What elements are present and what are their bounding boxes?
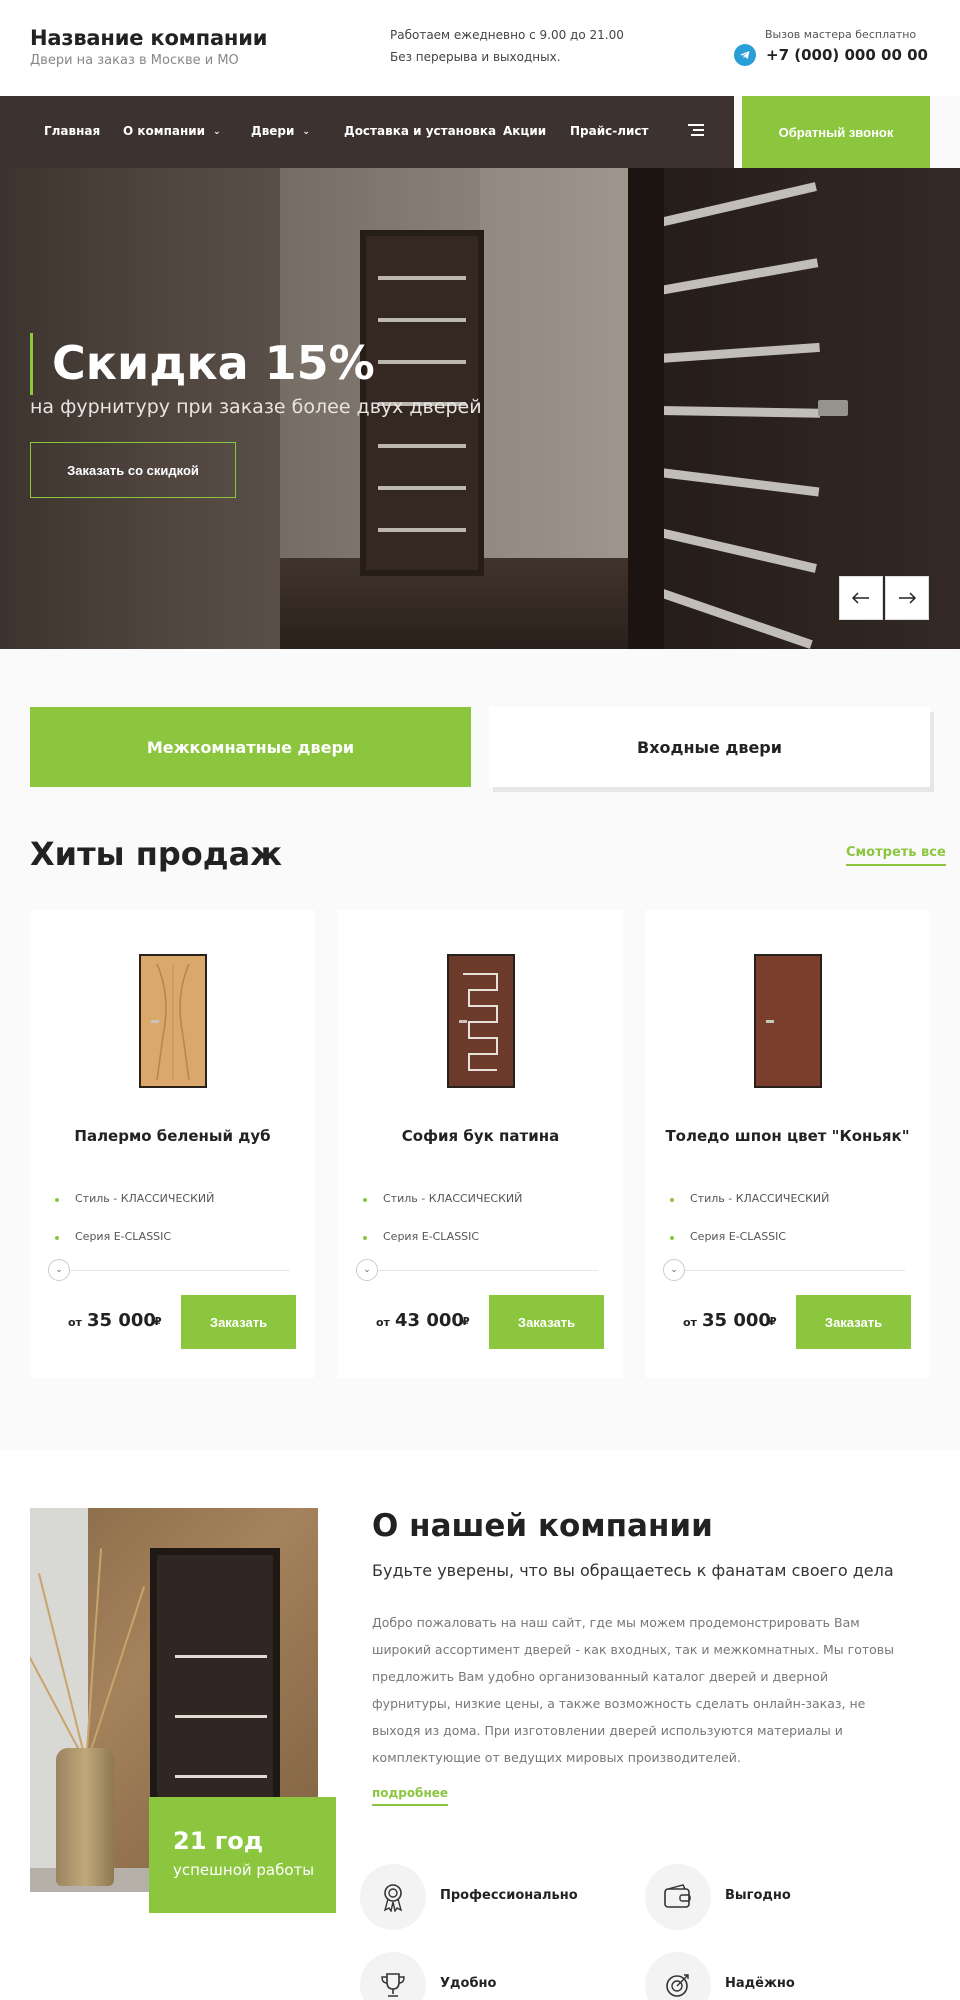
advantage-label: Выгодно bbox=[725, 1888, 791, 1903]
hero-slider: Скидка 15% на фурнитуру при заказе более… bbox=[0, 168, 960, 649]
nav-item-label: Доставка и установка bbox=[344, 124, 497, 138]
chevron-down-icon: ⌄ bbox=[213, 127, 221, 137]
see-all-link[interactable]: Смотреть все bbox=[846, 845, 946, 866]
nav-item-about[interactable]: О компании ⌄ bbox=[123, 124, 221, 138]
product-image bbox=[754, 954, 822, 1088]
price-prefix: от bbox=[683, 1316, 697, 1329]
phone-number[interactable]: +7 (000) 000 00 00 bbox=[766, 46, 928, 64]
product-name[interactable]: София бук патина bbox=[338, 1127, 623, 1145]
nav-item-label: Акции bbox=[503, 124, 547, 138]
menu-icon[interactable] bbox=[688, 124, 704, 138]
chevron-down-icon[interactable]: ⌄ bbox=[356, 1259, 378, 1281]
arrow-left-icon[interactable] bbox=[839, 576, 883, 620]
product-feature: Стиль - КЛАССИЧЕСКИЙ bbox=[362, 1192, 523, 1205]
product-feature: Стиль - КЛАССИЧЕСКИЙ bbox=[54, 1192, 215, 1205]
product-feature: Серия E-CLASSIC bbox=[362, 1230, 480, 1243]
currency: ₽ bbox=[462, 1315, 470, 1328]
callback-button[interactable]: Обратный звонок bbox=[742, 96, 930, 168]
hero-title: Скидка 15% bbox=[52, 336, 375, 390]
currency: ₽ bbox=[769, 1315, 777, 1328]
chevron-down-icon[interactable]: ⌄ bbox=[663, 1259, 685, 1281]
product-image bbox=[447, 954, 515, 1088]
arrow-right-icon[interactable] bbox=[885, 576, 929, 620]
about-title: О нашей компании bbox=[372, 1508, 713, 1544]
category-entrance-doors[interactable]: Входные двери bbox=[489, 707, 930, 787]
about-more-link[interactable]: подробнее bbox=[372, 1786, 449, 1806]
years-badge: 21 год успешной работы bbox=[149, 1797, 336, 1913]
site-header: Название компании Двери на заказ в Москв… bbox=[0, 0, 960, 96]
price-prefix: от bbox=[376, 1316, 390, 1329]
product-price: 35 000 bbox=[702, 1310, 771, 1331]
working-hours-note: Без перерыва и выходных. bbox=[390, 50, 561, 64]
nav-item-home[interactable]: Главная bbox=[44, 124, 100, 138]
section-title-hits: Хиты продаж bbox=[30, 835, 282, 873]
nav-item-delivery[interactable]: Доставка и установка bbox=[344, 124, 496, 138]
order-button[interactable]: Заказать bbox=[796, 1295, 911, 1349]
years-number: 21 год bbox=[173, 1827, 264, 1855]
nav-item-pricelist[interactable]: Прайс-лист bbox=[570, 124, 649, 138]
product-feature: Серия E-CLASSIC bbox=[54, 1230, 172, 1243]
order-button[interactable]: Заказать bbox=[181, 1295, 296, 1349]
nav-item-label: Главная bbox=[44, 124, 101, 138]
chevron-down-icon[interactable]: ⌄ bbox=[48, 1259, 70, 1281]
nav-item-label: О компании bbox=[123, 124, 206, 138]
advantage-label: Надёжно bbox=[725, 1976, 795, 1991]
product-feature: Стиль - КЛАССИЧЕСКИЙ bbox=[669, 1192, 830, 1205]
price-prefix: от bbox=[68, 1316, 82, 1329]
hero-subtitle: на фурнитуру при заказе более двух двере… bbox=[30, 396, 482, 418]
nav-item-label: Прайс-лист bbox=[570, 124, 649, 138]
award-icon bbox=[360, 1864, 426, 1930]
nav-item-promo[interactable]: Акции bbox=[503, 124, 546, 138]
years-text: успешной работы bbox=[173, 1861, 315, 1879]
nav-item-doors[interactable]: Двери ⌄ bbox=[251, 124, 310, 138]
product-image bbox=[139, 954, 207, 1088]
telegram-icon[interactable] bbox=[734, 44, 756, 66]
working-hours: Работаем ежедневно с 9.00 до 21.00 bbox=[390, 28, 624, 42]
product-card[interactable]: Толедо шпон цвет "Коньяк" Стиль - КЛАССИ… bbox=[645, 910, 930, 1378]
chevron-down-icon: ⌄ bbox=[302, 127, 310, 137]
product-card[interactable]: Палермо беленый дуб Стиль - КЛАССИЧЕСКИЙ… bbox=[30, 910, 315, 1378]
category-interior-doors[interactable]: Межкомнатные двери bbox=[30, 707, 471, 787]
call-note: Вызов мастера бесплатно bbox=[765, 28, 917, 41]
company-name[interactable]: Название компании bbox=[30, 26, 267, 50]
wallet-icon bbox=[645, 1864, 711, 1930]
product-price: 35 000 bbox=[87, 1310, 156, 1331]
main-nav: Главная О компании ⌄ Двери ⌄ Доставка и ус… bbox=[0, 96, 734, 168]
advantage-label: Удобно bbox=[440, 1976, 497, 1991]
nav-item-label: Двери bbox=[251, 124, 295, 138]
product-feature: Серия E-CLASSIC bbox=[669, 1230, 787, 1243]
about-text: Добро пожаловать на наш сайт, где мы мож… bbox=[372, 1615, 895, 1765]
hero-order-button[interactable]: Заказать со скидкой bbox=[30, 442, 236, 498]
currency: ₽ bbox=[154, 1315, 162, 1328]
order-button[interactable]: Заказать bbox=[489, 1295, 604, 1349]
product-name[interactable]: Палермо беленый дуб bbox=[30, 1127, 315, 1145]
product-name[interactable]: Толедо шпон цвет "Коньяк" bbox=[645, 1127, 930, 1145]
company-tagline: Двери на заказ в Москве и МО bbox=[30, 53, 239, 68]
advantage-label: Профессионально bbox=[440, 1888, 578, 1903]
product-price: 43 000 bbox=[395, 1310, 464, 1331]
product-card[interactable]: София бук патина Стиль - КЛАССИЧЕСКИЙ Се… bbox=[338, 910, 623, 1378]
about-lead: Будьте уверены, что вы обращаетесь к фан… bbox=[372, 1561, 894, 1580]
